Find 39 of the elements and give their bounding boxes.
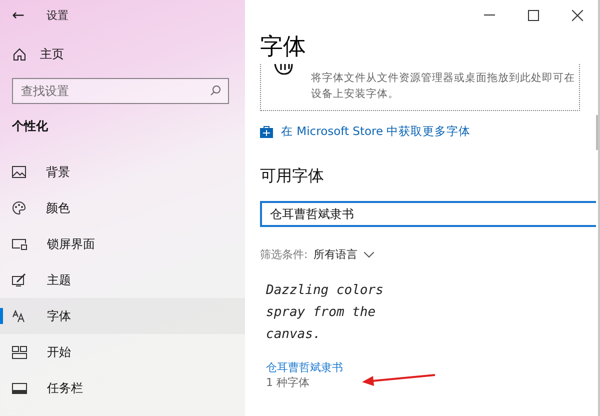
sidebar-item[interactable]: 主题 — [0, 262, 245, 298]
close-icon — [572, 10, 582, 20]
close-button[interactable] — [570, 8, 584, 22]
chevron-down-icon — [364, 252, 374, 258]
maximize-button[interactable] — [526, 8, 540, 22]
palette-icon — [12, 201, 26, 215]
store-link[interactable]: 在 Microsoft Store 中获取更多字体 — [260, 121, 598, 141]
drop-area[interactable]: 将字体文件从文件资源管理器或桌面拖放到此处即可在设备上安装字体。 — [260, 64, 580, 111]
sidebar-item[interactable]: 锁屏界面 — [0, 226, 245, 262]
font-icon — [12, 310, 27, 322]
font-search-field[interactable]: 仓耳曹哲斌隶书 — [260, 201, 596, 227]
font-name-link[interactable]: 仓耳曹哲斌隶书 — [266, 360, 343, 375]
sidebar-item[interactable]: 开始 — [0, 334, 245, 370]
shopping-bag-icon — [260, 124, 273, 138]
picture-icon — [12, 166, 26, 178]
lock-screen-icon — [12, 238, 27, 250]
sidebar-item[interactable]: 任务栏 — [0, 370, 245, 406]
font-sample: Dazzling colors spray from the canvas. — [266, 282, 384, 344]
maximize-icon — [528, 10, 538, 20]
home-nav-item[interactable]: 主页 — [0, 30, 245, 64]
font-count: 1 种字体 — [266, 375, 310, 390]
section-heading: 可用字体 — [260, 166, 325, 187]
sidebar-item[interactable]: 颜色 — [0, 190, 245, 226]
filter-dropdown[interactable]: 筛选条件: 所有语言 — [260, 247, 374, 262]
page-title: 字体 — [260, 33, 307, 62]
brush-icon — [12, 273, 27, 287]
minimize-icon — [484, 14, 494, 16]
home-icon — [13, 48, 26, 60]
window-title: 设置 — [46, 8, 69, 22]
search-icon — [210, 85, 221, 96]
sidebar-item[interactable]: 字体 — [0, 298, 245, 334]
back-button[interactable]: ← — [12, 6, 25, 24]
taskbar-icon — [12, 382, 27, 394]
search-field[interactable]: 查找设置 — [12, 78, 229, 104]
scrollbar[interactable] — [596, 115, 598, 150]
sidebar-item[interactable]: 背景 — [0, 154, 245, 190]
section-heading: 个性化 — [10, 118, 49, 135]
drop-instructions: 将字体文件从文件资源管理器或桌面拖放到此处即可在设备上安装字体。 — [311, 71, 576, 102]
start-icon — [12, 346, 27, 358]
